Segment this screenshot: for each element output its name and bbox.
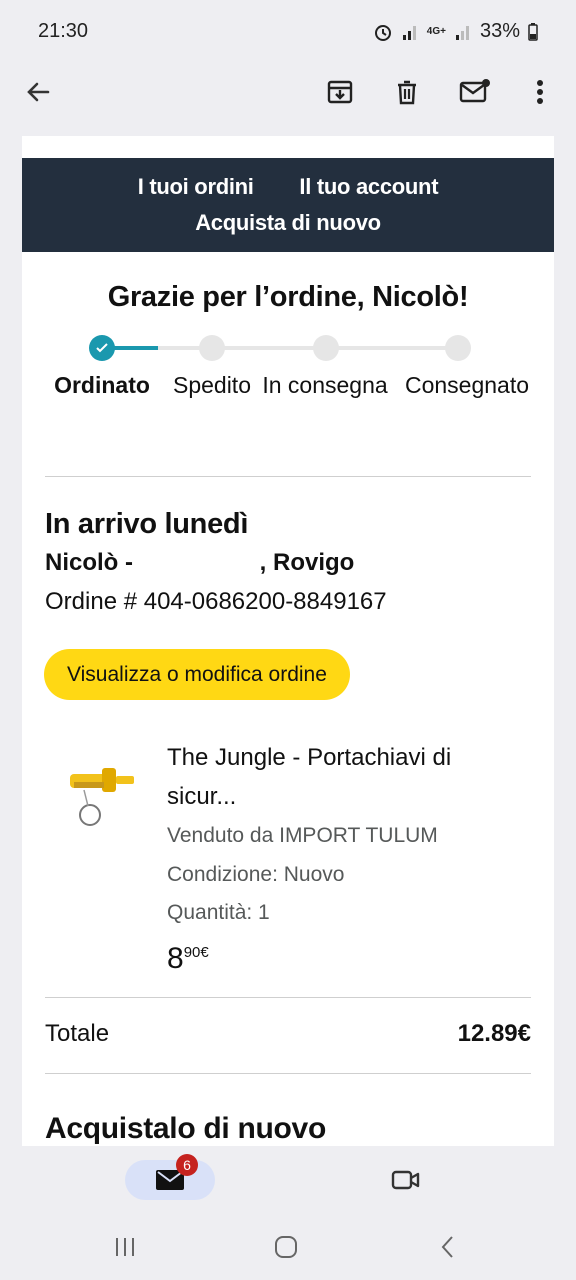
product-quantity: Quantità: 1 <box>167 901 270 924</box>
archive-icon <box>327 80 353 104</box>
signal-icon <box>402 25 416 40</box>
order-number: Ordine # 404-0686200-8849167 <box>45 588 387 615</box>
step-dot-out-for-delivery <box>313 335 339 361</box>
email-body: I tuoi ordini Il tuo account Acquista di… <box>22 136 554 1146</box>
arrow-left-icon <box>27 82 50 102</box>
alarm-icon <box>374 24 391 41</box>
step-label-delivered: Consegnato <box>404 372 530 398</box>
status-bar: 21:30 4G+ 33% <box>0 0 576 62</box>
step-dot-ordered <box>89 335 115 361</box>
total-value: 12.89€ <box>457 1020 531 1047</box>
product-price: 890€ <box>167 942 209 976</box>
total-label: Totale <box>45 1020 110 1047</box>
archive-button[interactable] <box>320 72 360 112</box>
back-button[interactable] <box>18 72 58 112</box>
shipping-address: Nicolò - , Rovigo <box>45 549 354 577</box>
buy-again-heading: Acquistalo di nuovo <box>45 1112 326 1145</box>
video-camera-icon <box>391 1170 420 1190</box>
divider <box>45 476 531 477</box>
unread-badge: 6 <box>176 1154 198 1176</box>
product-title-link[interactable]: The Jungle - Portachiavi di sicur... <box>167 738 527 816</box>
battery-icon <box>528 22 538 41</box>
more-options-button[interactable] <box>520 72 560 112</box>
product-condition: Condizione: Nuovo <box>167 863 345 886</box>
chevron-left-icon <box>441 1236 453 1258</box>
step-dot-delivered <box>445 335 471 361</box>
signal-icon-2 <box>455 25 469 40</box>
your-account-link[interactable]: Il tuo account <box>299 174 438 200</box>
product-image[interactable] <box>62 758 142 838</box>
battery-percent: 33% <box>479 20 520 42</box>
price-integer: 8 <box>167 942 184 975</box>
delete-button[interactable] <box>387 72 427 112</box>
status-time: 21:30 <box>38 20 89 42</box>
divider <box>45 997 531 998</box>
trash-icon <box>398 80 416 105</box>
more-vert-icon <box>537 80 543 104</box>
app-bar <box>0 62 576 124</box>
step-label-ordered: Ordinato <box>54 372 150 398</box>
network-type: 4G+ <box>426 26 446 37</box>
step-label-shipped: Spedito <box>172 372 251 398</box>
system-back-button[interactable] <box>428 1232 468 1262</box>
arrival-heading: In arrivo lunedì <box>45 508 249 540</box>
address-name: Nicolò - <box>45 549 140 576</box>
recent-apps-icon <box>116 1238 134 1256</box>
check-icon <box>96 343 108 353</box>
thanks-heading: Grazie per l’ordine, Nicolò! <box>107 281 469 313</box>
home-button[interactable] <box>266 1232 306 1262</box>
buy-again-link[interactable]: Acquista di nuovo <box>22 210 554 236</box>
divider <box>45 1073 531 1074</box>
step-dot-shipped <box>199 335 225 361</box>
meet-tab[interactable] <box>386 1160 426 1200</box>
product-seller: Venduto da IMPORT TULUM <box>167 824 438 847</box>
view-edit-order-button[interactable]: Visualizza o modifica ordine <box>44 649 350 700</box>
address-city: , Rovigo <box>259 549 355 576</box>
price-decimals: 90€ <box>183 944 209 961</box>
recent-apps-button[interactable] <box>105 1232 145 1262</box>
your-orders-link[interactable]: I tuoi ordini <box>138 174 254 200</box>
status-icons: 4G+ 33% <box>373 20 538 43</box>
mark-unread-button[interactable] <box>455 72 495 112</box>
home-icon <box>275 1236 297 1258</box>
bottom-bar: 6 <box>0 1146 576 1280</box>
mail-unread-icon <box>459 79 490 103</box>
step-label-out-for-delivery: In consegna <box>262 372 388 398</box>
mail-tab[interactable] <box>125 1160 215 1200</box>
amazon-nav-header: I tuoi ordini Il tuo account Acquista di… <box>22 158 554 252</box>
